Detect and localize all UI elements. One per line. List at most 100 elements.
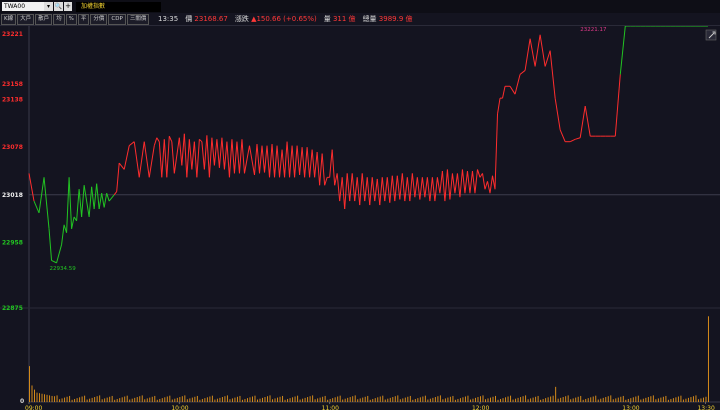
price-segment [61, 224, 65, 245]
price-segment [575, 137, 581, 140]
price-segment [309, 149, 313, 178]
price-segment [431, 177, 436, 202]
price-segment [514, 74, 521, 95]
volume-value: 311 億 [332, 15, 356, 23]
price-segment [51, 260, 57, 264]
cdp-button[interactable]: CDP [108, 13, 126, 25]
price-segment [296, 145, 301, 176]
price-segment [421, 177, 426, 198]
y-tick-label: 23078 [2, 144, 23, 151]
price-segment [559, 129, 566, 142]
y-tick-label: 22958 [2, 239, 23, 246]
price-segment [286, 141, 291, 178]
price-segment [399, 173, 403, 200]
price-segment [291, 145, 296, 178]
price-segment [168, 135, 173, 142]
price-segment [211, 137, 215, 166]
price-segment [471, 170, 476, 194]
price-segment [88, 186, 93, 217]
price-segment [78, 189, 83, 217]
price-segment [481, 173, 486, 190]
add-button[interactable]: + [64, 2, 72, 11]
price-segment [33, 200, 40, 214]
price-label: 價 [185, 15, 193, 23]
price-segment [539, 34, 546, 67]
price-segment [344, 173, 348, 210]
percent-button[interactable]: % [65, 13, 77, 25]
price-segment [404, 177, 408, 202]
price-segment [497, 98, 501, 115]
price-segment [76, 189, 80, 221]
price-segment [294, 145, 298, 178]
price-segment [93, 183, 98, 210]
price-segment [216, 139, 220, 168]
price-segment [391, 175, 396, 202]
search-icon[interactable]: 🔍 [54, 2, 63, 11]
price-segment [81, 185, 85, 217]
price-segment [66, 177, 70, 233]
price-segment [331, 149, 336, 186]
change-value: ▲150.66 (+0.65%) [251, 15, 317, 23]
retail-button[interactable]: 散戶 [35, 13, 53, 25]
price-segment [489, 175, 494, 194]
price-segment [351, 173, 356, 202]
price-line [28, 26, 708, 264]
price-segment [91, 186, 95, 210]
price-segment [241, 139, 245, 174]
price-segment [466, 170, 471, 194]
kline-button[interactable]: K線 [1, 13, 17, 25]
price-segment [401, 173, 406, 202]
price-segment [619, 26, 626, 75]
symbol-input[interactable]: TWA00 [2, 2, 44, 11]
price-segment [276, 145, 281, 178]
price-segment [28, 173, 35, 202]
price-segment [371, 177, 376, 202]
price-segment [426, 177, 431, 202]
price-segment [301, 147, 306, 178]
price-segment [118, 162, 125, 170]
price-segment [439, 170, 443, 194]
settings-icon[interactable] [705, 29, 717, 41]
change-label: 漲跌 [234, 15, 249, 23]
price-segment [228, 139, 233, 178]
price-segment [416, 177, 421, 200]
average-button[interactable]: 均 [53, 13, 65, 25]
price-segment [236, 141, 240, 174]
price-segment [359, 173, 363, 206]
price-segment [569, 138, 576, 143]
price-segment [203, 135, 208, 170]
flat-button[interactable]: 平 [77, 13, 90, 25]
price-segment [474, 169, 478, 194]
big-trader-button[interactable]: 大戶 [17, 13, 35, 25]
volume-label: 量 [323, 15, 331, 23]
chevron-down-icon[interactable]: ▾ [44, 2, 53, 11]
price-segment [469, 170, 473, 194]
x-tick-label: 11:00 [322, 405, 339, 410]
y-axis: 23221 23158 23138 23078 23018 22958 22875 [2, 31, 23, 312]
price-segment [128, 141, 135, 147]
price-segment [394, 175, 398, 202]
price-segment [524, 38, 531, 71]
grid [0, 26, 720, 403]
price-segment [459, 169, 463, 198]
price-segment [451, 173, 456, 194]
price-distribution-button[interactable]: 分價 [90, 13, 108, 25]
price-segment [434, 177, 438, 202]
price-segment [356, 177, 361, 206]
price-segment [43, 177, 50, 229]
three-levels-button[interactable]: 三關價 [126, 13, 150, 25]
price-segment [248, 145, 255, 176]
y-tick-label: 23138 [2, 97, 23, 104]
price-segment [83, 185, 90, 218]
price-segment [56, 244, 63, 263]
price-segment [321, 153, 326, 186]
price-segment [213, 139, 218, 166]
volume-zero-label: 0 [20, 398, 24, 405]
price-segment [554, 98, 561, 130]
price-segment [379, 177, 383, 206]
price-segment [341, 177, 346, 210]
price-segment [221, 137, 225, 170]
price-segment [133, 141, 140, 178]
price-segment [233, 141, 238, 174]
y-tick-label: 23221 [2, 31, 23, 38]
